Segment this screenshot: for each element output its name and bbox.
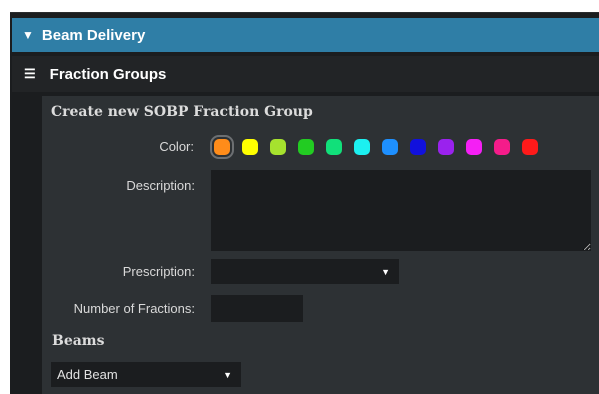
fraction-groups-header: ☰ Fraction Groups	[12, 56, 599, 92]
beam-delivery-title: Beam Delivery	[41, 26, 146, 44]
add-beam-select[interactable]: Add Beam ▼	[51, 362, 241, 387]
color-label: Color:	[159, 139, 194, 154]
color-swatch[interactable]	[298, 139, 314, 155]
color-swatch[interactable]	[354, 139, 370, 155]
color-swatch[interactable]	[494, 139, 510, 155]
app-frame: ▼ Beam Delivery ☰ Fraction Groups Create…	[0, 0, 599, 394]
prescription-select[interactable]: ▼	[211, 259, 399, 284]
triangle-down-icon[interactable]: ▼	[22, 28, 34, 42]
color-swatch[interactable]	[438, 139, 454, 155]
color-swatch[interactable]	[326, 139, 342, 155]
number-of-fractions-input[interactable]	[211, 295, 303, 322]
beams-title: Beams	[52, 333, 105, 349]
beam-delivery-header[interactable]: ▼ Beam Delivery	[12, 18, 599, 52]
color-swatch[interactable]	[242, 139, 258, 155]
fraction-groups-title: Fraction Groups	[49, 65, 167, 83]
color-swatch[interactable]	[466, 139, 482, 155]
color-swatch[interactable]	[270, 139, 286, 155]
chevron-down-icon: ▼	[381, 266, 390, 277]
color-swatch[interactable]	[410, 139, 426, 155]
color-swatch[interactable]	[210, 135, 234, 159]
add-beam-label: Add Beam	[57, 367, 118, 382]
description-label: Description:	[126, 178, 195, 193]
number-of-fractions-label: Number of Fractions:	[73, 301, 195, 316]
description-input[interactable]	[211, 170, 591, 251]
hamburger-menu-icon[interactable]: ☰	[24, 66, 36, 82]
chevron-down-icon: ▼	[223, 369, 232, 380]
prescription-label: Prescription:	[122, 264, 195, 279]
color-swatch[interactable]	[382, 139, 398, 155]
color-swatch[interactable]	[522, 139, 538, 155]
form-title: Create new SOBP Fraction Group	[51, 104, 313, 120]
